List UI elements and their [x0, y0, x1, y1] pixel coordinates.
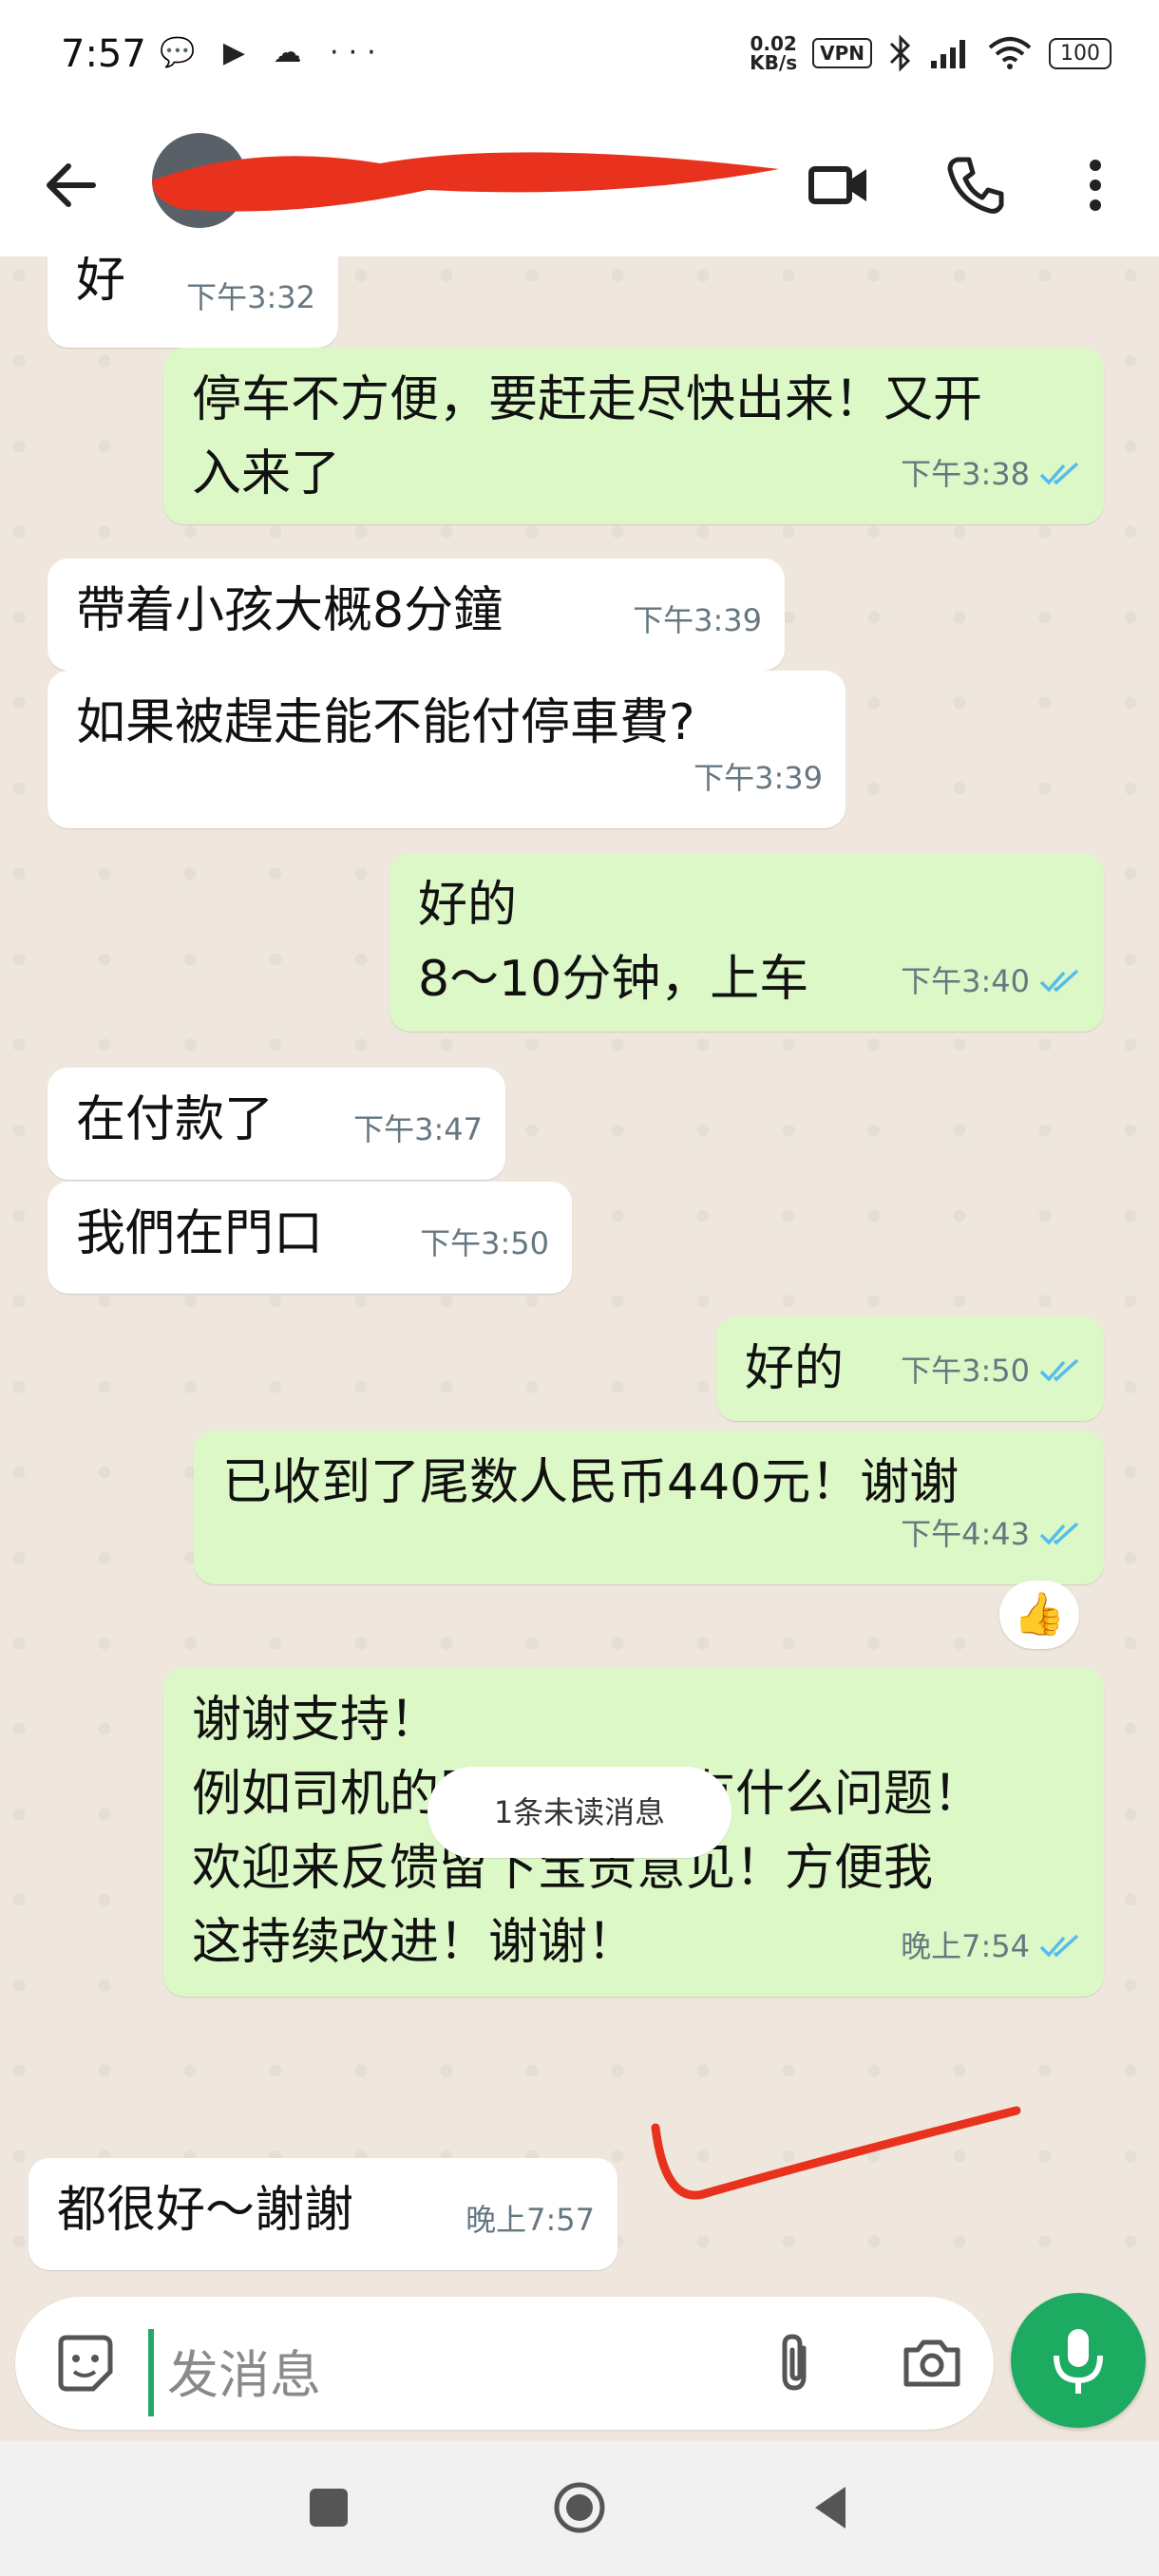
status-bar: 7:57 💬 ▶ ☁ ··· 0.02 KB/s VPN 100 [0, 0, 1159, 114]
message-input[interactable]: 发消息 [15, 2297, 994, 2430]
redaction-scribble [152, 152, 779, 212]
microphone-icon [1054, 2329, 1103, 2394]
network-speed-value: 0.02 [750, 32, 797, 55]
home-circle-icon[interactable] [551, 2479, 608, 2536]
message-time: 下午3:32 [186, 279, 315, 315]
read-ticks-icon [1039, 1934, 1079, 1958]
bluetooth-icon [889, 34, 911, 72]
read-ticks-icon [1039, 1522, 1079, 1545]
message-bubble[interactable]: 好 下午3:32 [48, 256, 338, 348]
message-bubble[interactable]: 都很好～謝謝 晚上7:57 [28, 2158, 618, 2270]
sticker-emoji-icon[interactable] [51, 2330, 118, 2396]
text-caret [148, 2329, 154, 2416]
status-time: 7:57 [61, 32, 146, 76]
signal-icon [931, 40, 965, 68]
message-time: 下午4:43 [901, 1516, 1030, 1552]
message-time: 下午3:40 [901, 963, 1030, 999]
chat-area[interactable]: 好 下午3:32 停车不方便，要赶走尽快出来！又开 入来了 下午3:38 帶着小… [0, 256, 1159, 2289]
message-bubble[interactable]: 好的 下午3:50 [716, 1316, 1104, 1421]
recents-square-icon[interactable] [300, 2479, 357, 2536]
status-right: 0.02 KB/s VPN 100 [750, 34, 1112, 72]
message-placeholder: 发消息 [167, 2345, 321, 2405]
message-bubble[interactable]: 停车不方便，要赶走尽快出来！又开 入来了 下午3:38 [163, 348, 1104, 524]
read-ticks-icon [1039, 462, 1079, 485]
thumbs-up-reaction[interactable]: 👍 [999, 1581, 1079, 1649]
notification-icons: 💬 ▶ ☁ ··· [160, 36, 386, 69]
attach-icon[interactable] [764, 2329, 830, 2396]
message-time: 晚上7:57 [466, 2202, 595, 2238]
battery-indicator: 100 [1049, 37, 1112, 69]
video-call-icon[interactable] [806, 152, 872, 218]
message-bubble[interactable]: 帶着小孩大概8分鐘 下午3:39 [48, 559, 785, 671]
input-bar: 发消息 [0, 2289, 1159, 2441]
message-bubble[interactable]: 如果被趕走能不能付停車費? 下午3:39 [48, 671, 846, 828]
camera-icon[interactable] [899, 2329, 965, 2396]
message-time: 下午3:50 [901, 1353, 1030, 1389]
unread-divider: 1条未读消息 [428, 1767, 732, 1858]
message-time: 下午3:50 [420, 1225, 549, 1261]
message-bubble[interactable]: 好的 8～10分钟，上车 下午3:40 [390, 853, 1104, 1032]
more-options-icon[interactable] [1062, 152, 1129, 218]
message-time: 晚上7:54 [901, 1928, 1030, 1964]
message-time: 下午3:39 [694, 760, 823, 796]
network-speed: 0.02 KB/s [750, 34, 797, 72]
message-time: 下午3:38 [901, 456, 1030, 492]
message-bubble[interactable]: 在付款了 下午3:47 [48, 1068, 505, 1180]
vpn-badge: VPN [812, 38, 872, 68]
read-ticks-icon [1039, 969, 1079, 993]
message-time: 下午3:47 [353, 1111, 483, 1147]
read-ticks-icon [1039, 1358, 1079, 1382]
wifi-icon [988, 37, 1032, 69]
red-check-annotation [651, 2106, 1021, 2200]
mic-button[interactable] [1011, 2293, 1146, 2428]
back-triangle-icon[interactable] [804, 2479, 861, 2536]
message-bubble[interactable]: 我們在門口 下午3:50 [48, 1182, 572, 1294]
back-arrow-icon[interactable] [38, 152, 104, 218]
system-nav-bar [0, 2441, 1159, 2576]
network-speed-unit: KB/s [750, 51, 798, 74]
message-time: 下午3:39 [633, 602, 762, 638]
message-bubble[interactable]: 已收到了尾数人民币440元！谢谢 下午4:43 [194, 1430, 1104, 1584]
voice-call-icon[interactable] [942, 152, 1009, 218]
